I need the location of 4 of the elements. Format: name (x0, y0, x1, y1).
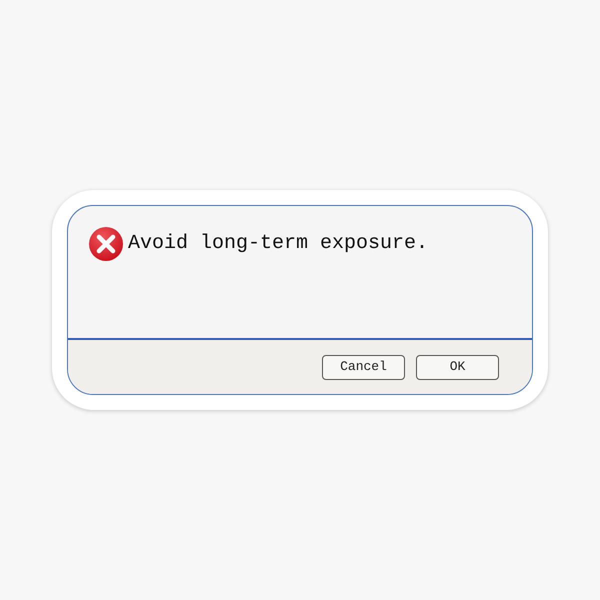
dialog-button[interactable]: Cancel (322, 354, 405, 380)
error-icon (88, 226, 124, 262)
dialog-button[interactable]: OK (416, 354, 499, 380)
error-message: Avoid long-term exposure. (128, 231, 428, 257)
